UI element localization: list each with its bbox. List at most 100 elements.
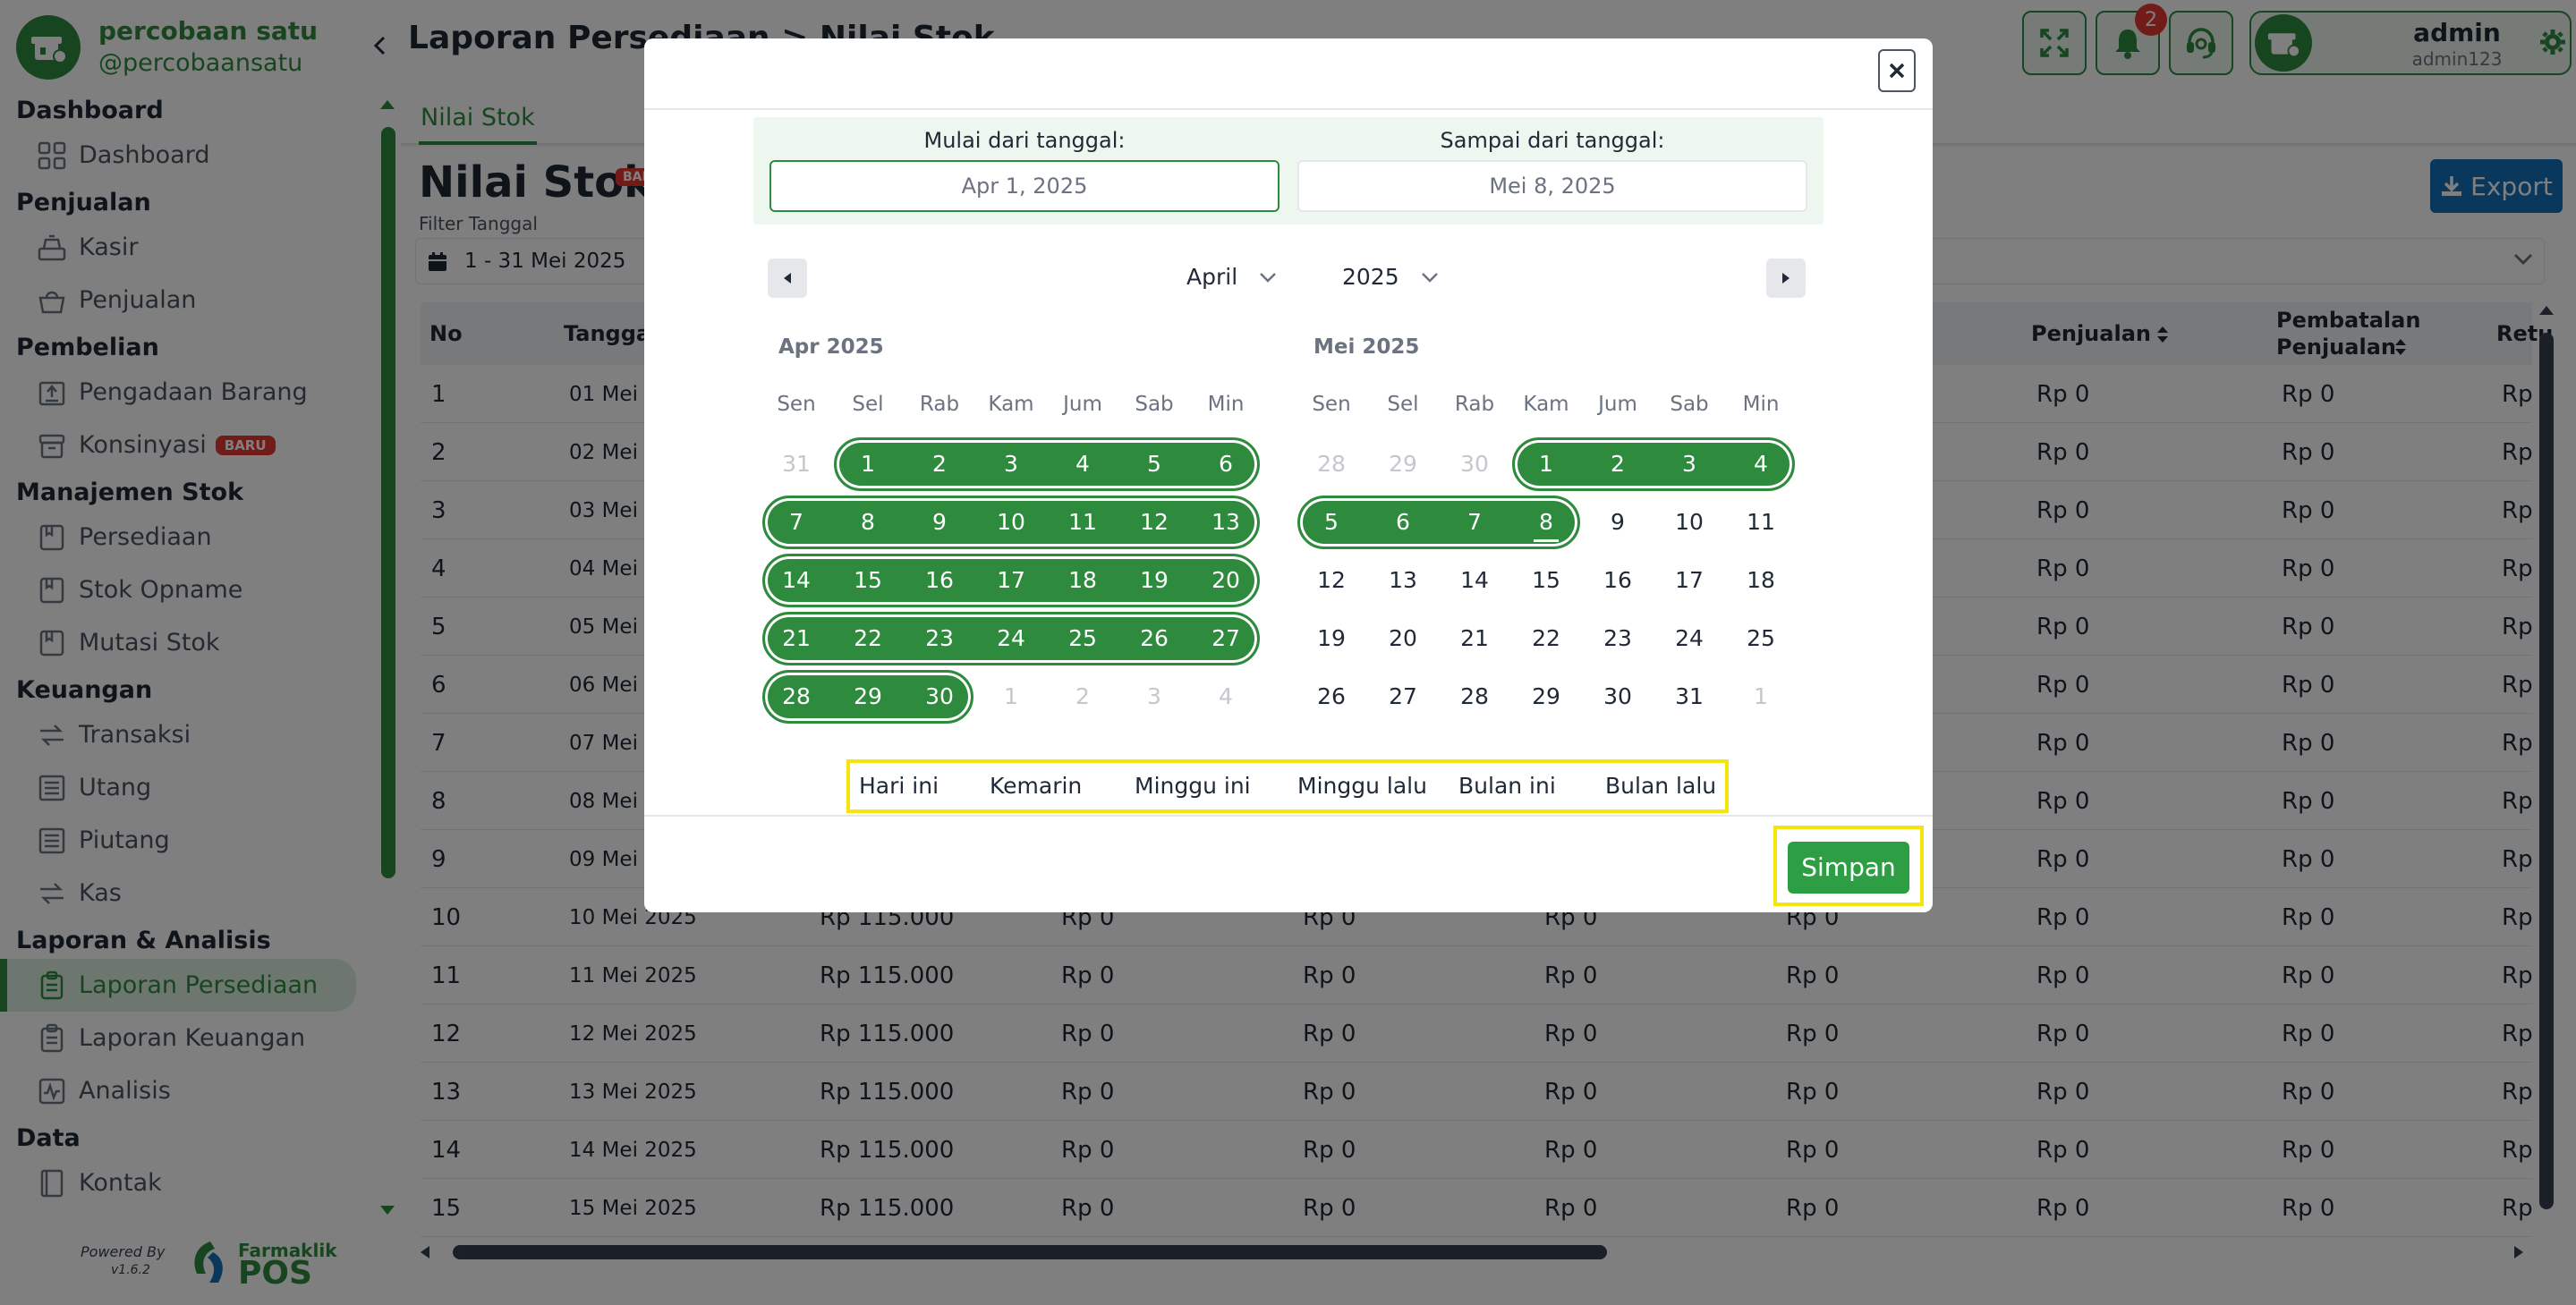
weekday-label: Jum <box>1063 393 1102 416</box>
calendar-day[interactable]: 21 <box>761 612 832 665</box>
calendar-day[interactable]: 24 <box>1654 612 1725 665</box>
close-modal-button[interactable] <box>1878 49 1916 92</box>
calendar-day[interactable]: 26 <box>1118 612 1190 665</box>
next-month-button[interactable] <box>1766 258 1806 298</box>
calendar-day[interactable]: 19 <box>1296 612 1367 665</box>
calendar-day[interactable]: 9 <box>1582 496 1654 549</box>
calendar-day[interactable]: 4 <box>1725 437 1797 491</box>
calendar-day[interactable]: 27 <box>1367 670 1439 724</box>
calendar-day[interactable]: 13 <box>1190 496 1262 549</box>
calendar-day[interactable]: 18 <box>1725 554 1797 607</box>
save-button[interactable]: Simpan <box>1788 842 1909 894</box>
calendar-day[interactable]: 1 <box>1725 670 1797 724</box>
calendar-day[interactable]: 7 <box>761 496 832 549</box>
calendar-day[interactable]: 10 <box>1654 496 1725 549</box>
calendar-day[interactable]: 18 <box>1047 554 1118 607</box>
calendar-day[interactable]: 9 <box>904 496 975 549</box>
date-range-modal: Mulai dari tanggal: Apr 1, 2025 Sampai d… <box>644 38 1933 912</box>
preset-kemarin[interactable]: Kemarin <box>990 763 1082 809</box>
date-range-inputs: Mulai dari tanggal: Apr 1, 2025 Sampai d… <box>753 117 1824 225</box>
calendar-day[interactable]: 8 <box>832 496 904 549</box>
calendar-day[interactable]: 20 <box>1190 554 1262 607</box>
calendar-day[interactable]: 11 <box>1047 496 1118 549</box>
calendar-day[interactable]: 30 <box>1439 437 1510 491</box>
calendar-day[interactable]: 20 <box>1367 612 1439 665</box>
calendar-day[interactable]: 16 <box>904 554 975 607</box>
preset-minggu-ini[interactable]: Minggu ini <box>1135 763 1251 809</box>
calendar-day[interactable]: 7 <box>1439 496 1510 549</box>
calendar-day[interactable]: 2 <box>1047 670 1118 724</box>
month-select[interactable]: April <box>1186 264 1277 290</box>
calendar-day[interactable]: 22 <box>832 612 904 665</box>
calendar-day[interactable]: 11 <box>1725 496 1797 549</box>
preset-bulan-lalu[interactable]: Bulan lalu <box>1605 763 1716 809</box>
calendar-day[interactable]: 4 <box>1190 670 1262 724</box>
calendar-day[interactable]: 3 <box>1654 437 1725 491</box>
calendar-day[interactable]: 22 <box>1510 612 1582 665</box>
calendar-day[interactable]: 29 <box>1367 437 1439 491</box>
calendar-day[interactable]: 3 <box>975 437 1047 491</box>
preset-minggu-lalu[interactable]: Minggu lalu <box>1297 763 1427 809</box>
calendar-day[interactable]: 1 <box>975 670 1047 724</box>
calendar-day[interactable]: 6 <box>1367 496 1439 549</box>
end-date-input[interactable]: Mei 8, 2025 <box>1297 160 1807 212</box>
calendar-day[interactable]: 31 <box>1654 670 1725 724</box>
chevron-down-icon <box>1260 272 1277 283</box>
calendar-day[interactable]: 24 <box>975 612 1047 665</box>
calendar-day[interactable]: 26 <box>1296 670 1367 724</box>
calendar-day[interactable]: 17 <box>1654 554 1725 607</box>
calendar-day[interactable]: 1 <box>832 437 904 491</box>
calendar-day[interactable]: 25 <box>1725 612 1797 665</box>
quick-range-presets: Hari ini Kemarin Minggu ini Minggu lalu Bula… <box>846 759 1729 813</box>
calendar-day[interactable]: 12 <box>1118 496 1190 549</box>
calendar-day[interactable]: 4 <box>1047 437 1118 491</box>
calendar-day[interactable]: 15 <box>832 554 904 607</box>
caret-left-icon <box>784 273 791 284</box>
year-select-value: 2025 <box>1342 264 1399 290</box>
calendar-day[interactable]: 31 <box>761 437 832 491</box>
weekday-label: Sen <box>777 393 816 416</box>
prev-month-button[interactable] <box>768 258 807 298</box>
calendar-day[interactable]: 23 <box>904 612 975 665</box>
calendar-day[interactable]: 6 <box>1190 437 1262 491</box>
year-select[interactable]: 2025 <box>1342 264 1439 290</box>
start-date-group: Mulai dari tanggal: Apr 1, 2025 <box>769 128 1279 212</box>
calendar-day[interactable]: 5 <box>1118 437 1190 491</box>
calendar-day[interactable]: 3 <box>1118 670 1190 724</box>
calendar-day[interactable]: 27 <box>1190 612 1262 665</box>
calendar-day[interactable]: 10 <box>975 496 1047 549</box>
calendar-day[interactable]: 13 <box>1367 554 1439 607</box>
start-date-input[interactable]: Apr 1, 2025 <box>769 160 1279 212</box>
calendar-day[interactable]: 5 <box>1296 496 1367 549</box>
calendar-day[interactable]: 30 <box>1582 670 1654 724</box>
calendar-day[interactable]: 2 <box>904 437 975 491</box>
calendar-day[interactable]: 16 <box>1582 554 1654 607</box>
calendar-day[interactable]: 17 <box>975 554 1047 607</box>
save-button-highlight: Simpan <box>1773 826 1924 906</box>
calendar-day[interactable]: 15 <box>1510 554 1582 607</box>
calendar-day[interactable]: 23 <box>1582 612 1654 665</box>
preset-bulan-ini[interactable]: Bulan ini <box>1458 763 1556 809</box>
calendar-day[interactable]: 28 <box>1439 670 1510 724</box>
weekday-label: Kam <box>988 393 1034 416</box>
calendar-day[interactable]: 14 <box>1439 554 1510 607</box>
calendar-day[interactable]: 19 <box>1118 554 1190 607</box>
calendar-day[interactable]: 29 <box>1510 670 1582 724</box>
weekday-label: Sab <box>1135 393 1174 416</box>
calendar-day[interactable]: 14 <box>761 554 832 607</box>
calendar-day[interactable]: 2 <box>1582 437 1654 491</box>
calendar-title: Mei 2025 <box>1314 335 1420 359</box>
calendar-day[interactable]: 21 <box>1439 612 1510 665</box>
weekday-label: Kam <box>1523 393 1569 416</box>
close-icon <box>1889 63 1905 79</box>
calendar-day[interactable]: 28 <box>761 670 832 724</box>
weekday-label: Rab <box>919 393 960 416</box>
calendar-day[interactable]: 28 <box>1296 437 1367 491</box>
calendar-day[interactable]: 25 <box>1047 612 1118 665</box>
calendar-day[interactable]: 8 <box>1510 496 1582 549</box>
calendar-day[interactable]: 29 <box>832 670 904 724</box>
calendar-day[interactable]: 1 <box>1510 437 1582 491</box>
calendar-day[interactable]: 12 <box>1296 554 1367 607</box>
calendar-day[interactable]: 30 <box>904 670 975 724</box>
preset-hari-ini[interactable]: Hari ini <box>859 763 939 809</box>
